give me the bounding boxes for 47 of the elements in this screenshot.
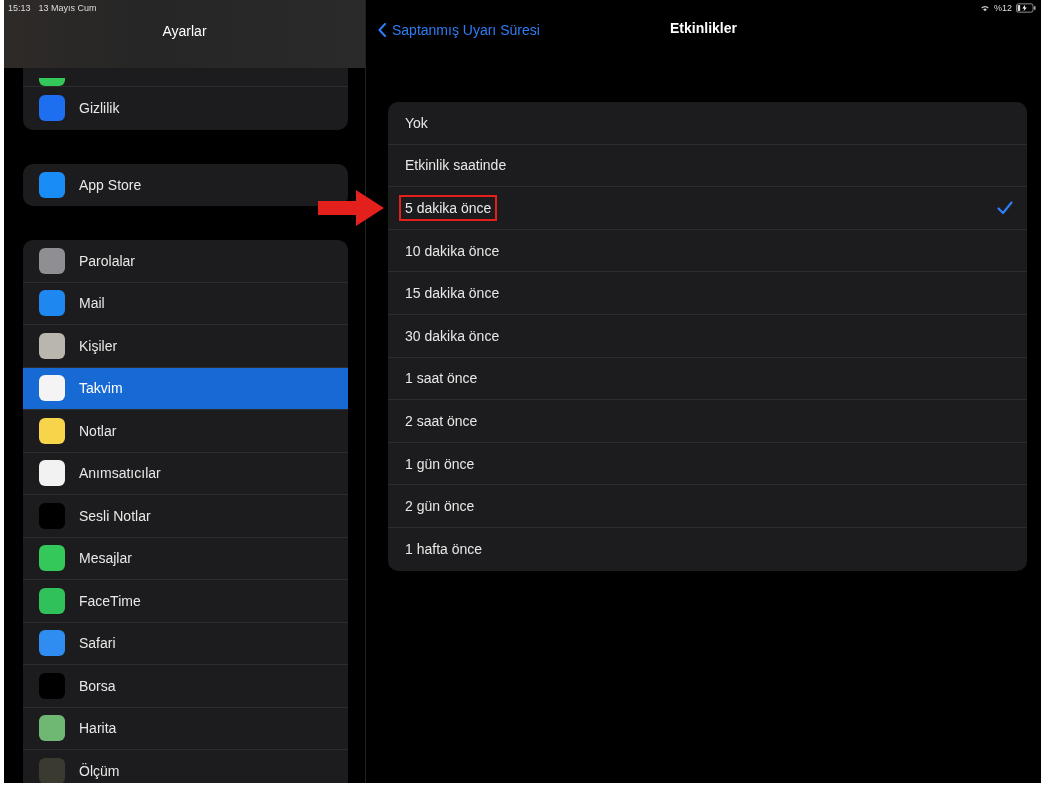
battery-percent: %12 xyxy=(994,3,1012,13)
page-title: Etkinlikler xyxy=(670,20,737,36)
option-row[interactable]: 2 saat önce xyxy=(388,400,1027,443)
option-row[interactable]: 1 saat önce xyxy=(388,357,1027,401)
sidebar-item[interactable]: FaceTime xyxy=(23,580,348,623)
option-row[interactable]: 1 gün önce xyxy=(388,442,1027,486)
sidebar-item[interactable]: Gizlilik xyxy=(23,87,348,130)
sidebar-item[interactable]: Mail xyxy=(23,282,348,325)
app-icon xyxy=(39,78,65,86)
option-label: Etkinlik saatinde xyxy=(404,156,508,176)
option-label: Yok xyxy=(404,113,429,133)
option-row[interactable]: Etkinlik saatinde xyxy=(388,144,1027,188)
sidebar-item[interactable]: Sesli Notlar xyxy=(23,495,348,538)
option-row[interactable]: 30 dakika önce xyxy=(388,314,1027,358)
option-label: 30 dakika önce xyxy=(404,326,501,346)
sidebar-item[interactable]: Parolalar xyxy=(23,240,348,283)
chevron-left-icon xyxy=(378,23,386,37)
option-row[interactable]: 10 dakika önce xyxy=(388,229,1027,273)
sidebar-item[interactable]: App Store xyxy=(23,163,348,206)
option-label: 15 dakika önce xyxy=(404,284,501,304)
option-row[interactable]: 15 dakika önce xyxy=(388,272,1027,315)
sidebar-item[interactable]: Anımsatıcılar xyxy=(23,452,348,495)
option-label: 10 dakika önce xyxy=(404,241,501,261)
option-row[interactable]: 1 hafta önce xyxy=(388,527,1027,571)
sidebar-item[interactable]: Ölçüm xyxy=(23,750,348,783)
sidebar-item[interactable]: Mesajlar xyxy=(23,537,348,580)
sidebar-item[interactable]: Safari xyxy=(23,622,348,665)
option-label: 1 gün önce xyxy=(404,454,476,474)
option-row[interactable]: Yok xyxy=(388,102,1027,145)
option-row[interactable]: 5 dakika önce xyxy=(388,187,1027,230)
option-label: 2 gün önce xyxy=(404,497,476,517)
sidebar-title: Ayarlar xyxy=(161,23,208,39)
status-date: 13 Mayıs Cum xyxy=(38,3,97,13)
option-label: 1 saat önce xyxy=(404,369,479,389)
status-time: 15:13 xyxy=(8,3,31,13)
option-label: 1 hafta önce xyxy=(404,540,484,560)
battery-charging-icon xyxy=(1016,3,1036,13)
sidebar-item[interactable]: Notlar xyxy=(23,410,348,453)
option-label: 5 dakika önce xyxy=(399,195,498,221)
sidebar-item[interactable]: Harita xyxy=(23,707,348,750)
option-label: 2 saat önce xyxy=(404,411,479,431)
sidebar-item[interactable]: Borsa xyxy=(23,665,348,708)
back-button[interactable]: Saptanmış Uyarı Süresi xyxy=(366,22,540,38)
wifi-icon xyxy=(980,4,990,12)
option-row[interactable]: 2 gün önce xyxy=(388,485,1027,528)
sidebar-item[interactable]: Takvim xyxy=(23,367,348,410)
sidebar-item[interactable]: Kişiler xyxy=(23,325,348,368)
